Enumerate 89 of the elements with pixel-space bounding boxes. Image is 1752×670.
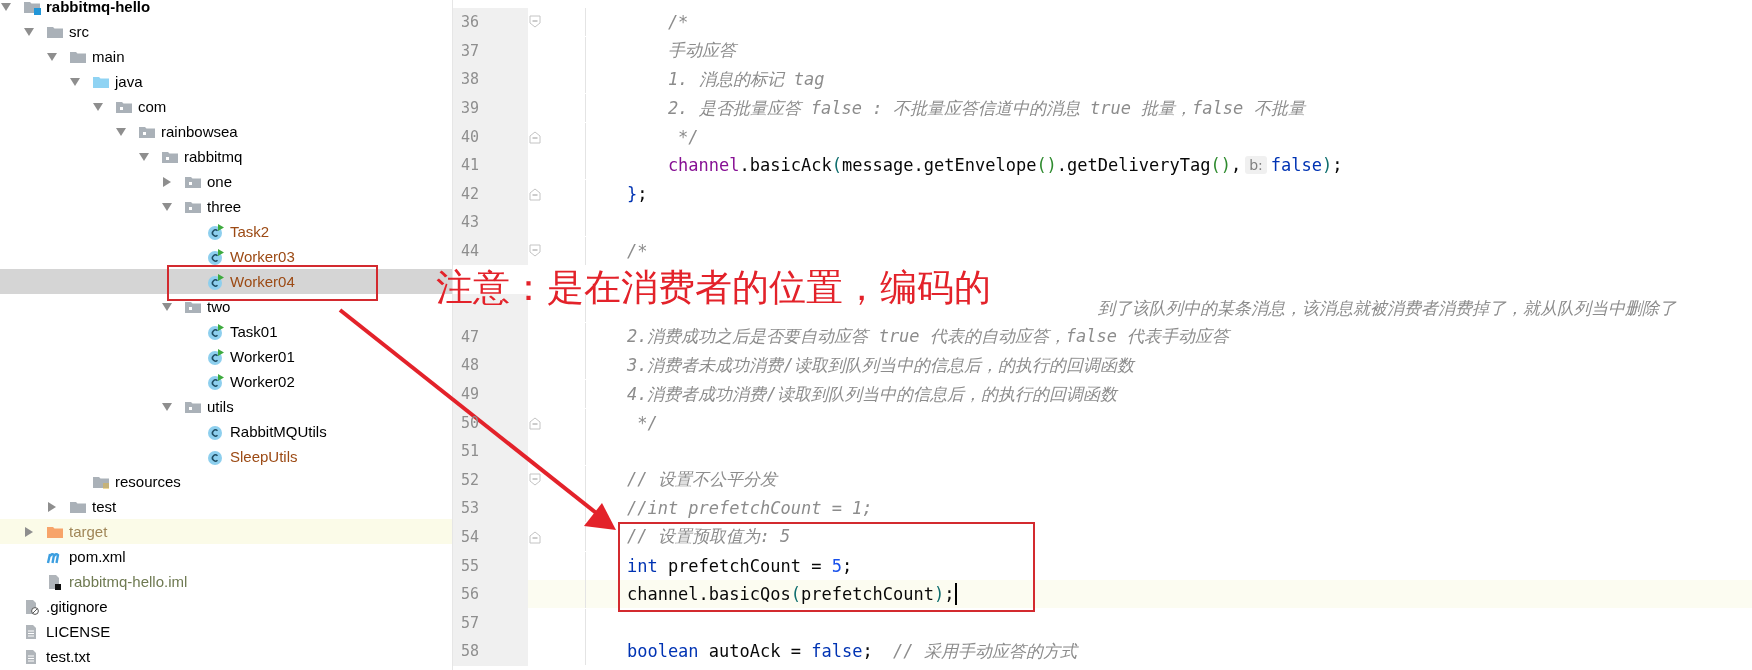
tree-item-label[interactable]: pom.xml xyxy=(69,548,126,565)
caret-icon[interactable] xyxy=(161,200,173,213)
ignore-file-icon xyxy=(23,597,41,616)
caret-icon[interactable] xyxy=(92,100,104,113)
code-line: // 设置预取值为: 5 xyxy=(625,525,791,549)
tree-item-label[interactable]: Task2 xyxy=(230,223,270,240)
caret-icon[interactable] xyxy=(161,400,173,413)
line-number: 43 xyxy=(461,213,480,232)
tree-item-label[interactable]: rainbowsea xyxy=(161,123,238,140)
code-line: */ xyxy=(636,412,658,433)
code-line: }; xyxy=(625,183,648,204)
code-line: int prefetchCount = 5; xyxy=(625,555,853,576)
caret-icon[interactable] xyxy=(23,25,35,38)
tree-item-label[interactable]: Worker03 xyxy=(230,248,295,265)
caret-icon[interactable] xyxy=(46,500,58,513)
code-line: 2. 是否批量应答 false : 不批量应答信道中的消息 true 批量，false 不批量 xyxy=(666,96,1305,120)
line-number: 42 xyxy=(461,184,480,203)
code-line: channel.basicQos(prefetchCount); xyxy=(625,583,957,606)
module-folder-icon xyxy=(23,0,41,16)
line-number: 49 xyxy=(461,385,480,403)
fold-marker-icon[interactable] xyxy=(529,186,541,201)
caret-icon[interactable] xyxy=(23,525,35,538)
fold-marker-icon[interactable] xyxy=(529,472,541,487)
line-number: 41 xyxy=(461,156,480,175)
module-file-icon xyxy=(46,572,64,591)
tree-item-label[interactable]: Worker04 xyxy=(230,273,295,290)
fold-marker-icon[interactable] xyxy=(529,415,541,430)
tree-item-label[interactable]: LICENSE xyxy=(46,623,111,640)
tree-item-label[interactable]: rabbitmq xyxy=(184,148,243,165)
tree-item-label[interactable]: rabbitmq-hello xyxy=(46,0,151,15)
caret-icon[interactable] xyxy=(161,300,173,313)
tree-item-label[interactable]: .gitignore xyxy=(46,598,108,615)
caret-icon[interactable] xyxy=(69,75,81,88)
tree-item-label[interactable]: Worker01 xyxy=(230,348,295,365)
caret-icon[interactable] xyxy=(115,125,127,138)
code-line: 4.消费者成功消费/读取到队列当中的信息后，的执行的回调函数 xyxy=(625,382,1117,406)
line-number: 58 xyxy=(461,642,480,661)
code-line: // 设置不公平分发 xyxy=(625,468,777,492)
code-line: 手动应答 xyxy=(666,39,736,63)
code-line: //int prefetchCount = 1; xyxy=(625,498,873,519)
line-number: 48 xyxy=(461,356,480,375)
line-number: 52 xyxy=(461,470,480,489)
line-number: 47 xyxy=(461,327,480,346)
line-number: 44 xyxy=(461,242,480,261)
code-line: 3.消费者未成功消费/读取到队列当中的信息后，的执行的回调函数 xyxy=(625,353,1134,377)
caret-icon[interactable] xyxy=(161,175,173,188)
tree-item-label[interactable]: SleepUtils xyxy=(230,448,298,465)
code-line: boolean autoAck = false; // 采用手动应答的方式 xyxy=(625,639,1077,663)
line-number: 36 xyxy=(461,13,480,32)
fold-marker-icon[interactable] xyxy=(529,530,541,544)
code-line: /* xyxy=(666,12,689,33)
line-number: 55 xyxy=(461,556,480,575)
tree-item-label[interactable]: rabbitmq-hello.iml xyxy=(69,573,188,590)
tree-item-label[interactable]: RabbitMQUtils xyxy=(230,423,327,440)
code-line: /* xyxy=(625,241,648,262)
fold-marker-icon[interactable] xyxy=(529,15,541,30)
line-number: 54 xyxy=(461,528,480,546)
tree-item-label[interactable]: src xyxy=(69,23,89,40)
tree-item-label[interactable]: one xyxy=(207,173,233,190)
code-line: channel.basicAck(message.getEnvelope().getDeliveryTag(), b: false); xyxy=(666,155,1343,176)
code-line: 2.消费成功之后是否要自动应答 true 代表的自动应答，false 代表手动应答 xyxy=(625,325,1230,349)
line-number: 57 xyxy=(461,613,480,632)
fold-marker-icon[interactable] xyxy=(529,244,541,259)
tree-item-label[interactable]: resources xyxy=(115,473,181,490)
line-number: 38 xyxy=(461,70,480,89)
tree-item-label[interactable]: Task01 xyxy=(230,323,278,340)
line-number: 56 xyxy=(461,585,480,604)
tree-item-label[interactable]: three xyxy=(207,198,242,215)
tree-item-label[interactable]: utils xyxy=(207,398,234,415)
tree-item-label[interactable]: two xyxy=(207,298,231,315)
tree-item-label[interactable]: java xyxy=(115,73,143,90)
tree-item-label[interactable]: test xyxy=(92,498,117,515)
tree-item-label[interactable]: main xyxy=(92,48,125,65)
fold-marker-icon[interactable] xyxy=(529,129,541,144)
line-number: 53 xyxy=(461,499,480,518)
code-line: 到了该队列中的某条消息，该消息就被消费者消费掉了，就从队列当中删除了 xyxy=(1098,296,1676,320)
line-number: 51 xyxy=(461,442,480,461)
tree-item-label[interactable]: com xyxy=(138,98,167,115)
line-number: 50 xyxy=(461,413,480,432)
tree-item-label[interactable]: test.txt xyxy=(46,648,91,665)
caret-icon[interactable] xyxy=(138,150,150,163)
caret-icon[interactable] xyxy=(0,0,12,13)
tree-item-label[interactable]: Worker02 xyxy=(230,373,295,390)
code-line: 1. 消息的标记 tag xyxy=(666,68,825,91)
caret-icon[interactable] xyxy=(46,50,58,63)
line-number: 37 xyxy=(461,41,480,60)
code-line: */ xyxy=(677,126,699,147)
line-number: 40 xyxy=(461,127,480,146)
line-number: 39 xyxy=(461,99,480,118)
